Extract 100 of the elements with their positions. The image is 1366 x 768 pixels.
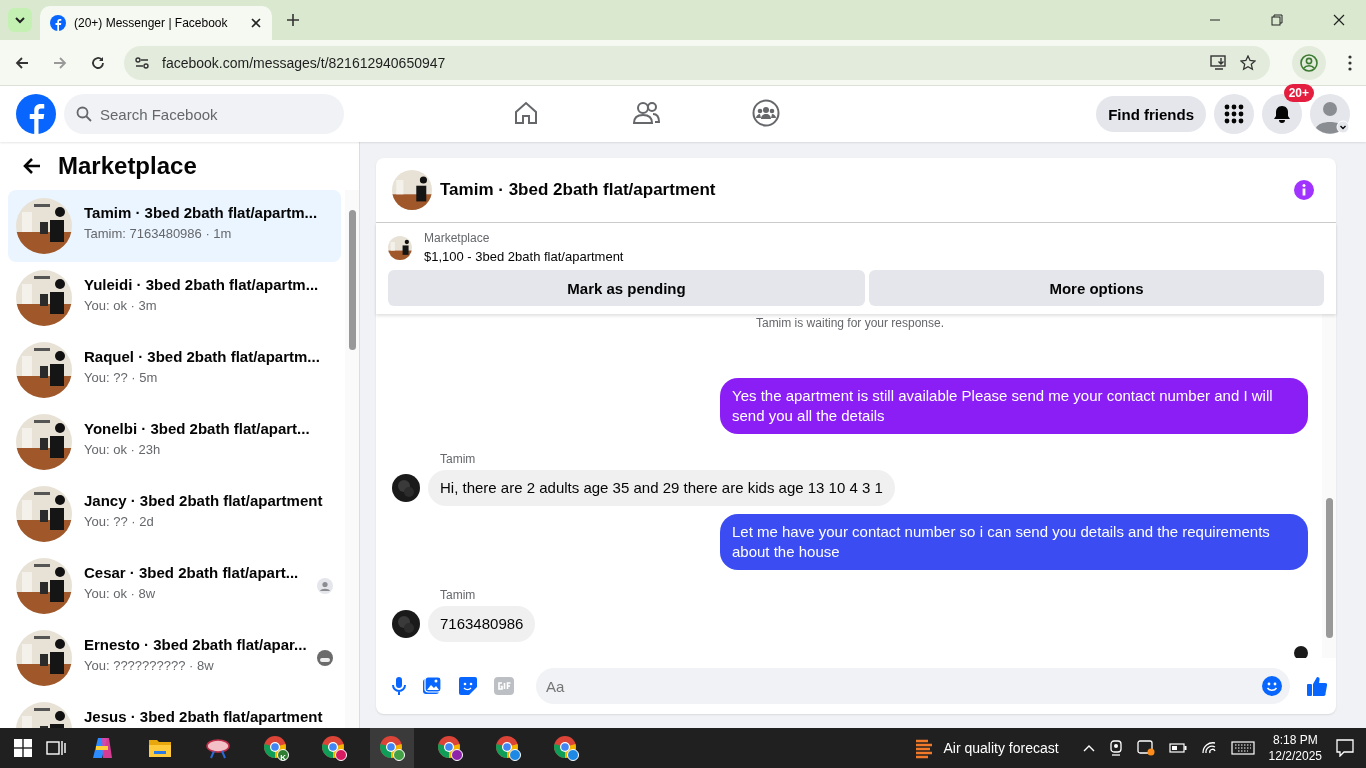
- received-message: Hi, there are 2 adults age 35 and 29 there are kids age 13 10 4 3 1: [428, 470, 895, 506]
- scrollbar[interactable]: [345, 190, 359, 728]
- restore-icon[interactable]: [1271, 14, 1283, 26]
- url-text: facebook.com/messages/t/821612940650947: [162, 54, 446, 71]
- message-preview: You: ?? · 5m: [84, 370, 159, 386]
- reload-icon[interactable]: [90, 54, 106, 71]
- thumbs-up-icon[interactable]: [1306, 675, 1328, 697]
- profile-button[interactable]: [1292, 45, 1326, 80]
- tab-search-button[interactable]: [8, 8, 32, 32]
- message-preview: You: ?? · 2d: [84, 514, 155, 530]
- received-message: 7163480986: [428, 606, 536, 642]
- info-icon[interactable]: [1294, 180, 1314, 200]
- install-app-icon[interactable]: [1210, 54, 1228, 71]
- account-avatar-icon[interactable]: [1310, 94, 1350, 134]
- close-icon[interactable]: [1333, 14, 1345, 26]
- scrollbar[interactable]: [1322, 314, 1336, 658]
- forward-icon[interactable]: [52, 54, 68, 71]
- conversation-item[interactable]: Raquel · 3bed 2bath flat/apartm... You: ?? · 5m: [8, 334, 341, 406]
- conversation-item[interactable]: Ernesto · 3bed 2bath flat/apar... You: ?????????? · 8w: [8, 622, 341, 694]
- group-icon: [752, 98, 780, 127]
- conversation-item[interactable]: Yonelbi · 3bed 2bath flat/apart... You: ok · 23h: [8, 406, 341, 478]
- conversation-item[interactable]: Yuleidi · 3bed 2bath flat/apartm... You: ok · 3m: [8, 262, 341, 334]
- conversation-title: Raquel · 3bed 2bath flat/apartm...: [84, 348, 321, 366]
- mark-pending-button[interactable]: Mark as pending: [388, 270, 865, 306]
- conversation-item[interactable]: Jancy · 3bed 2bath flat/apartment You: ?? · 2d: [8, 478, 341, 550]
- conversation-title: Jancy · 3bed 2bath flat/apartment: [84, 492, 324, 510]
- scissors-icon: [205, 737, 231, 759]
- search-field[interactable]: Search Facebook: [64, 94, 344, 134]
- profile-letter: K: [280, 753, 286, 762]
- listing-title: $1,100 - 3bed 2bath flat/apartment: [424, 249, 624, 264]
- weather-widget[interactable]: Air quality forecast: [913, 737, 1059, 759]
- conversation-title: Yonelbi · 3bed 2bath flat/apart...: [84, 420, 311, 438]
- camera-icon[interactable]: [1108, 740, 1123, 756]
- sidebar-title: Marketplace: [58, 152, 197, 180]
- search-icon: [76, 106, 92, 122]
- message-input[interactable]: Aa: [536, 668, 1290, 704]
- device-status-icon[interactable]: [1136, 740, 1155, 756]
- browser-icon: [321, 735, 347, 761]
- conversation-item[interactable]: Tamim · 3bed 2bath flat/apartm... Tamim: 7163480986 · 1m: [8, 190, 341, 262]
- browser-icon: [495, 735, 521, 761]
- message-preview: You: ok · 8w: [84, 586, 157, 602]
- photo-icon[interactable]: [422, 676, 442, 696]
- message-preview: Tamim: 7163480986 · 1m: [84, 226, 233, 242]
- sticker-icon[interactable]: [458, 676, 478, 696]
- people-icon: [632, 99, 660, 126]
- message-preview: You: ok · 23h: [84, 442, 162, 458]
- sent-message: Let me have your contact number so i can send you details and the requirements about the house: [720, 514, 1308, 570]
- start-icon[interactable]: [14, 739, 32, 757]
- wifi-icon[interactable]: [1200, 741, 1217, 755]
- keyboard-icon[interactable]: [1230, 741, 1255, 755]
- message-preview: You: ?????????? · 8w: [84, 658, 215, 674]
- conversation-title: Yuleidi · 3bed 2bath flat/apartm...: [84, 276, 320, 294]
- back-icon[interactable]: [22, 157, 42, 175]
- assistant-icon: [90, 736, 114, 760]
- menu-icon[interactable]: [1348, 54, 1352, 71]
- person-icon: [1300, 53, 1318, 72]
- find-friends-button[interactable]: Find friends: [1096, 96, 1206, 132]
- folder-icon: [148, 737, 172, 759]
- conversation-title: Tamim · 3bed 2bath flat/apartm...: [84, 204, 319, 222]
- sender-name: Tamim: [440, 452, 477, 466]
- sent-message: Yes the apartment is still available Please send me your contact number and I will send you all the details: [720, 378, 1308, 434]
- browser-taskbar-button[interactable]: K: [254, 728, 298, 768]
- emoji-icon[interactable]: [1262, 676, 1282, 696]
- seen-avatar-icon: [317, 578, 333, 594]
- browser-taskbar-button[interactable]: [370, 728, 414, 768]
- waiting-notice: Tamim is waiting for your response.: [754, 316, 946, 330]
- tab-title: (20+) Messenger | Facebook: [74, 16, 229, 30]
- facebook-logo-icon[interactable]: [16, 94, 56, 134]
- clock-date[interactable]: 12/2/2025: [1268, 748, 1322, 764]
- apps-menu-button[interactable]: [1214, 94, 1254, 134]
- new-tab-icon[interactable]: [286, 13, 300, 27]
- bookmark-star-icon[interactable]: [1240, 54, 1256, 71]
- clock-time[interactable]: 8:18 PM: [1272, 732, 1318, 748]
- notification-count: 20+: [1283, 84, 1314, 102]
- browser-icon: [553, 735, 579, 761]
- conversation-title: Jesus · 3bed 2bath flat/apartment: [84, 708, 324, 726]
- more-options-button[interactable]: More options: [869, 270, 1324, 306]
- conversation-title: Ernesto · 3bed 2bath flat/apar...: [84, 636, 305, 654]
- facebook-logo-icon: [50, 15, 66, 31]
- chevron-up-icon[interactable]: [1082, 744, 1095, 752]
- close-icon[interactable]: [250, 17, 262, 29]
- widget-label: Air quality forecast: [943, 740, 1059, 756]
- address-bar[interactable]: facebook.com/messages/t/821612940650947: [124, 45, 1270, 80]
- back-icon[interactable]: [14, 54, 30, 71]
- notification-center-icon[interactable]: [1336, 739, 1354, 757]
- conversation-item[interactable]: Cesar · 3bed 2bath flat/apart... You: ok · 8w: [8, 550, 341, 622]
- conversation-title: Cesar · 3bed 2bath flat/apart...: [84, 564, 300, 582]
- browser-tab[interactable]: (20+) Messenger | Facebook: [40, 6, 272, 40]
- task-view-icon[interactable]: [46, 739, 66, 757]
- seen-avatar-icon: [1294, 646, 1308, 658]
- caret-icon: [14, 14, 26, 26]
- message-preview: You: ok · 3m: [84, 298, 158, 314]
- grid-icon: [1224, 104, 1244, 124]
- sender-name: Tamim: [440, 588, 477, 602]
- browser-icon: [437, 735, 463, 761]
- bell-icon: [1272, 104, 1292, 124]
- microphone-icon[interactable]: [392, 676, 406, 696]
- site-settings-icon[interactable]: [134, 54, 150, 71]
- chat-title: Tamim · 3bed 2bath flat/apartment: [440, 180, 716, 200]
- battery-icon[interactable]: [1168, 743, 1187, 753]
